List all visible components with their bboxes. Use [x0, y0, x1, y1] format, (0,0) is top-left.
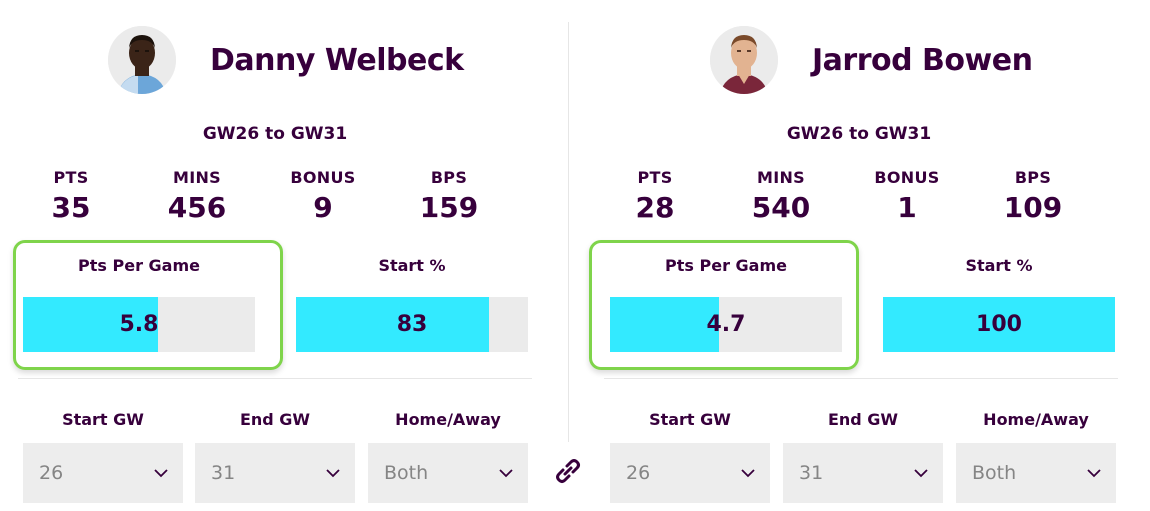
start-pct-bar: Start % 100 [883, 256, 1115, 352]
bar-track: 5.8 [23, 297, 255, 352]
filter-label: Home/Away [983, 410, 1089, 429]
bar-title: Start % [378, 256, 446, 275]
stat-bonus: BONUS 9 [260, 168, 386, 224]
divider-line [18, 378, 532, 379]
player-header: Jarrod Bowen [710, 24, 1033, 96]
stat-mins: MINS 456 [134, 168, 260, 224]
player-avatar [710, 26, 778, 94]
divider-line [604, 378, 1118, 379]
player-avatar [108, 26, 176, 94]
select-value: 26 [626, 462, 651, 484]
player-name: Danny Welbeck [210, 42, 464, 78]
chevron-down-icon [1087, 469, 1101, 478]
gameweek-range: GW26 to GW31 [786, 124, 932, 144]
stat-value: 540 [751, 191, 811, 224]
bar-title: Pts Per Game [78, 256, 200, 275]
bar-track: 4.7 [610, 297, 842, 352]
start-gw-select[interactable]: 26 [610, 443, 770, 503]
stat-bonus: BONUS 1 [844, 168, 970, 224]
select-value: 31 [211, 462, 236, 484]
select-value: Both [384, 462, 429, 484]
stat-label: MINS [173, 168, 221, 187]
select-value: Both [972, 462, 1017, 484]
start-pct-bar: Start % 83 [296, 256, 528, 352]
stat-label: MINS [757, 168, 805, 187]
stat-value: 109 [1003, 191, 1063, 224]
pts-per-game-bar: Pts Per Game 5.8 [23, 256, 255, 352]
chevron-down-icon [499, 469, 513, 478]
bar-title: Start % [965, 256, 1033, 275]
chevron-down-icon [326, 469, 340, 478]
filter-end-gw: End GW 31 [783, 410, 943, 503]
stat-label: BPS [1014, 168, 1052, 187]
bar-value: 5.8 [119, 312, 159, 337]
stat-value: 35 [51, 191, 91, 224]
stat-value: 456 [167, 191, 227, 224]
bar-value: 4.7 [706, 312, 746, 337]
stat-label: BONUS [874, 168, 940, 187]
filter-label: Home/Away [395, 410, 501, 429]
bar-value: 100 [976, 312, 1022, 337]
gameweek-range: GW26 to GW31 [202, 124, 348, 144]
filter-start-gw: Start GW 26 [23, 410, 183, 503]
chevron-down-icon [914, 469, 928, 478]
bar-title: Pts Per Game [665, 256, 787, 275]
stat-bps: BPS 109 [970, 168, 1096, 224]
stat-pts: PTS 35 [8, 168, 134, 224]
stats-row: PTS 35 MINS 456 BONUS 9 BPS 159 [8, 168, 542, 224]
stat-value: 9 [313, 191, 333, 224]
home-away-select[interactable]: Both [368, 443, 528, 503]
stat-mins: MINS 540 [718, 168, 844, 224]
home-away-select[interactable]: Both [956, 443, 1116, 503]
stat-label: PTS [637, 168, 673, 187]
filter-start-gw: Start GW 26 [610, 410, 770, 503]
stat-label: BONUS [290, 168, 356, 187]
chevron-down-icon [741, 469, 755, 478]
select-value: 31 [799, 462, 824, 484]
stat-value: 1 [897, 191, 917, 224]
stat-value: 159 [419, 191, 479, 224]
stat-pts: PTS 28 [592, 168, 718, 224]
panel-divider [568, 22, 569, 442]
stat-label: BPS [430, 168, 468, 187]
link-icon[interactable] [552, 455, 584, 487]
player-name: Jarrod Bowen [812, 42, 1033, 78]
end-gw-select[interactable]: 31 [783, 443, 943, 503]
stat-bps: BPS 159 [386, 168, 512, 224]
filter-home-away: Home/Away Both [368, 410, 528, 503]
bar-track: 100 [883, 297, 1115, 352]
bar-track: 83 [296, 297, 528, 352]
chevron-down-icon [154, 469, 168, 478]
player-panel-left: Danny Welbeck GW26 to GW31 PTS 35 MINS 4… [8, 0, 542, 511]
filter-home-away: Home/Away Both [956, 410, 1116, 503]
player-panel-right: Jarrod Bowen GW26 to GW31 PTS 28 MINS 54… [589, 0, 1126, 511]
filter-end-gw: End GW 31 [195, 410, 355, 503]
stat-value: 28 [635, 191, 675, 224]
bar-value: 83 [396, 312, 428, 337]
pts-per-game-bar: Pts Per Game 4.7 [610, 256, 842, 352]
stat-label: PTS [53, 168, 89, 187]
end-gw-select[interactable]: 31 [195, 443, 355, 503]
filter-label: End GW [239, 410, 311, 429]
stats-row: PTS 28 MINS 540 BONUS 1 BPS 109 [592, 168, 1126, 224]
start-gw-select[interactable]: 26 [23, 443, 183, 503]
filter-label: Start GW [649, 410, 731, 429]
filter-label: End GW [827, 410, 899, 429]
player-header: Danny Welbeck [108, 24, 464, 96]
filter-label: Start GW [62, 410, 144, 429]
select-value: 26 [39, 462, 64, 484]
